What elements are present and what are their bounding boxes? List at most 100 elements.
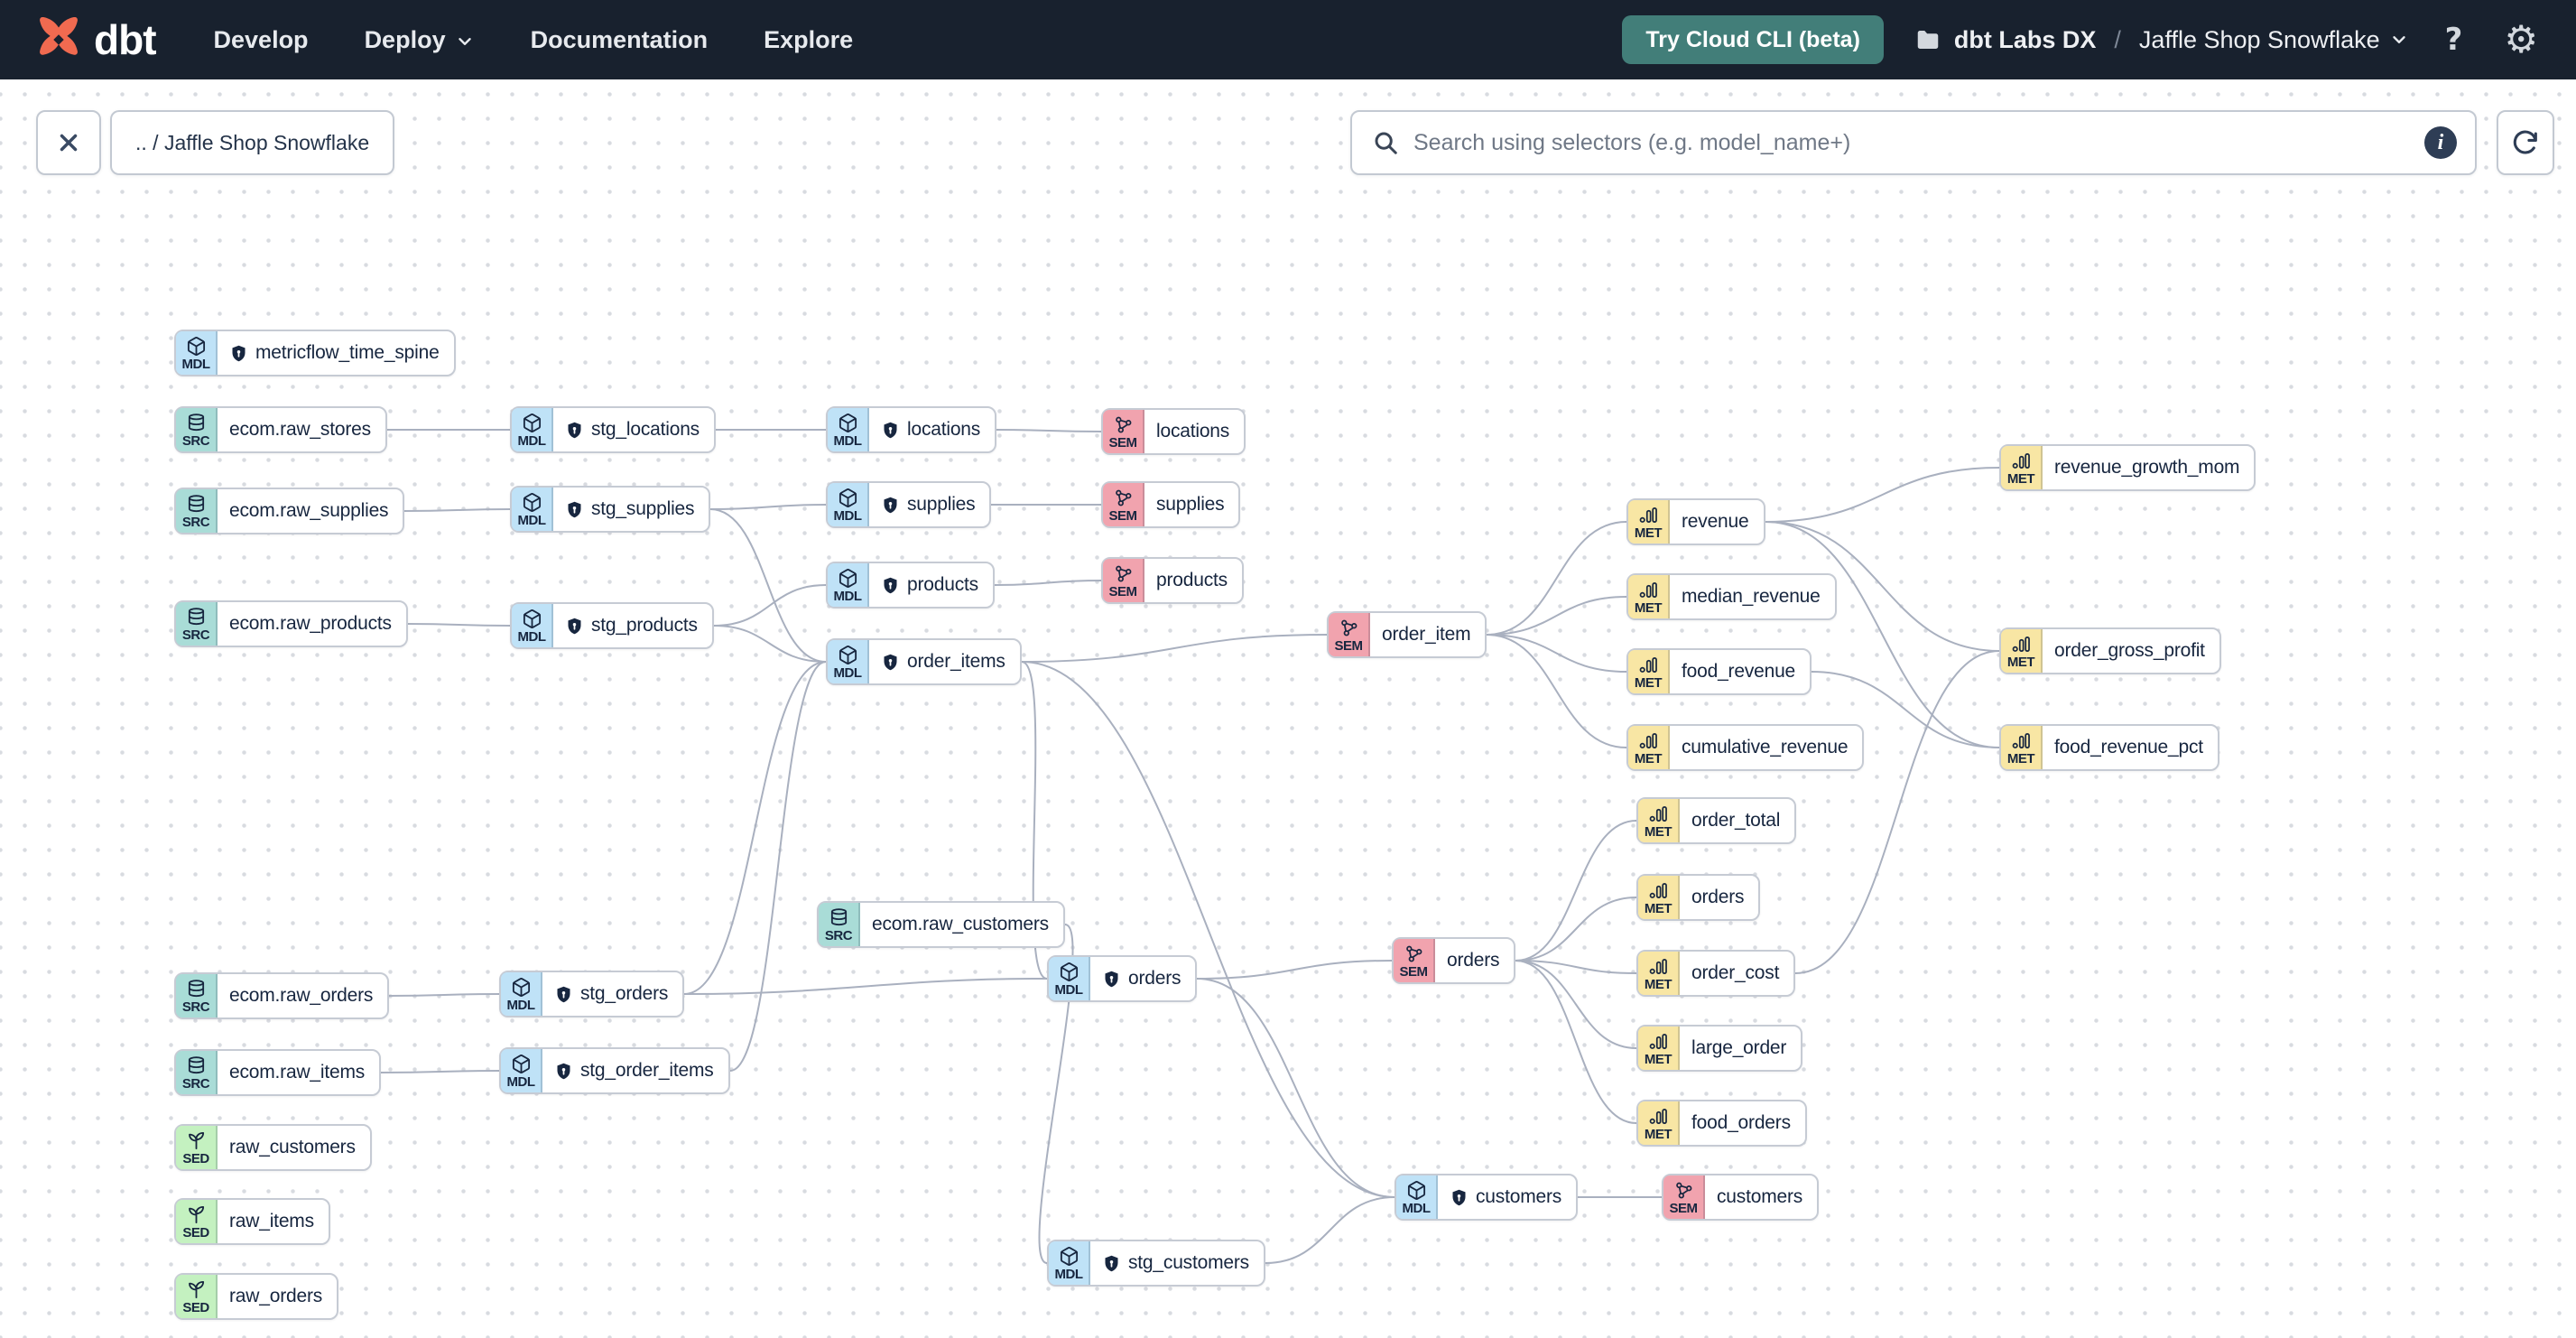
node-label: raw_customers <box>229 1137 356 1157</box>
search-bar: i <box>1350 110 2477 175</box>
node-label: revenue_growth_mom <box>2054 457 2240 478</box>
lineage-canvas[interactable]: MDL metricflow_time_spine SRC ecom.raw_stor… <box>0 0 2576 1338</box>
node-src_stores[interactable]: SRC ecom.raw_stores <box>174 406 387 453</box>
node-mdl_supplies[interactable]: MDL supplies <box>826 481 992 528</box>
node-mdl_products[interactable]: MDL products <box>826 562 995 609</box>
node-sem_locations[interactable]: SEM locations <box>1101 408 1246 455</box>
search-input[interactable] <box>1412 128 2424 157</box>
node-met_revenue_growth_mom[interactable]: MET revenue_growth_mom <box>1999 444 2256 491</box>
semantic-graph-icon: SEM <box>1103 559 1144 602</box>
node-src_items[interactable]: SRC ecom.raw_items <box>174 1049 382 1096</box>
node-met_median_revenue[interactable]: MET median_revenue <box>1626 573 1837 620</box>
metric-chart-icon: MET <box>1638 952 1680 995</box>
node-stg_products[interactable]: MDL stg_products <box>510 602 714 649</box>
node-sem_orders[interactable]: SEM orders <box>1392 937 1516 984</box>
nav-link-documentation[interactable]: Documentation <box>531 26 709 54</box>
close-button[interactable] <box>36 110 101 175</box>
node-label: large_order <box>1691 1037 1787 1058</box>
node-type-label: SEM <box>1108 507 1137 524</box>
node-mdl_order_items[interactable]: MDL order_items <box>826 638 1022 685</box>
nav-link-explore[interactable]: Explore <box>764 26 853 54</box>
edge <box>1515 960 1637 974</box>
shield-icon <box>557 986 570 1002</box>
node-type-label: SEM <box>1108 583 1137 599</box>
node-type-label: MDL <box>517 628 547 645</box>
node-stg_supplies[interactable]: MDL stg_supplies <box>510 486 711 533</box>
project-selector[interactable]: Jaffle Shop Snowflake <box>2139 26 2409 54</box>
node-stg_locations[interactable]: MDL stg_locations <box>510 406 716 453</box>
node-met_orders[interactable]: MET orders <box>1636 874 1761 921</box>
edge <box>1265 1196 1395 1264</box>
node-type-label: MET <box>1644 900 1673 916</box>
node-src_orders[interactable]: SRC ecom.raw_orders <box>174 972 390 1019</box>
node-src_supplies[interactable]: SRC ecom.raw_supplies <box>174 488 405 534</box>
edge <box>709 508 827 663</box>
edge <box>1196 978 1395 1198</box>
dbt-logo[interactable]: dbt <box>36 17 157 62</box>
info-icon[interactable]: i <box>2424 126 2457 159</box>
refresh-button[interactable] <box>2497 110 2554 175</box>
node-met_revenue[interactable]: MET revenue <box>1626 498 1765 545</box>
node-mdl_locations[interactable]: MDL locations <box>826 406 997 453</box>
node-sed_raw_orders[interactable]: SED raw_orders <box>174 1273 339 1320</box>
node-met_order_total[interactable]: MET order_total <box>1636 797 1797 844</box>
node-type-label: SEM <box>1108 434 1137 451</box>
node-src_customers[interactable]: SRC ecom.raw_customers <box>817 901 1065 948</box>
database-icon: SRC <box>176 408 218 451</box>
node-sem_order_item[interactable]: SEM order_item <box>1327 611 1487 658</box>
edge <box>1765 467 2000 523</box>
node-src_products[interactable]: SRC ecom.raw_products <box>174 600 408 647</box>
node-mdl_orders[interactable]: MDL orders <box>1047 955 1198 1002</box>
dbt-logo-icon <box>40 17 78 55</box>
node-label: raw_items <box>229 1211 314 1231</box>
node-label: food_revenue <box>1682 661 1796 682</box>
node-sed_raw_customers[interactable]: SED raw_customers <box>174 1124 372 1171</box>
seed-sprout-icon: SED <box>176 1126 218 1169</box>
node-label: ecom.raw_stores <box>229 419 371 440</box>
node-met_cumulative_revenue[interactable]: MET cumulative_revenue <box>1626 724 1865 771</box>
node-met_food_revenue_pct[interactable]: MET food_revenue_pct <box>1999 724 2219 771</box>
cube-icon: MDL <box>501 1049 542 1092</box>
node-stg_order_items[interactable]: MDL stg_order_items <box>499 1047 730 1094</box>
node-type-label: MET <box>1634 674 1663 691</box>
node-sem_products[interactable]: SEM products <box>1101 557 1244 604</box>
cube-icon: MDL <box>1396 1175 1438 1219</box>
node-met_large_order[interactable]: MET large_order <box>1636 1025 1803 1072</box>
node-type-label: MET <box>2006 654 2035 670</box>
close-icon <box>60 134 78 152</box>
nav-link-develop[interactable]: Develop <box>214 26 309 54</box>
edge <box>1021 661 1395 1198</box>
node-met_order_cost[interactable]: MET order_cost <box>1636 950 1796 997</box>
account-name[interactable]: dbt Labs DX <box>1954 26 2097 54</box>
account-breadcrumb: dbt Labs DX / Jaffle Shop Snowflake <box>1914 26 2409 54</box>
metric-chart-icon: MET <box>1638 1101 1680 1145</box>
node-mdl_metricflow_time_spine[interactable]: MDL metricflow_time_spine <box>174 330 456 376</box>
node-label: locations <box>869 408 995 451</box>
node-met_order_gross_profit[interactable]: MET order_gross_profit <box>1999 627 2221 674</box>
node-mdl_customers[interactable]: MDL customers <box>1395 1174 1579 1221</box>
shield-icon <box>232 345 246 361</box>
try-cloud-cli-button[interactable]: Try Cloud CLI (beta) <box>1622 15 1884 64</box>
node-met_food_orders[interactable]: MET food_orders <box>1636 1100 1807 1147</box>
seed-sprout-icon: SED <box>176 1275 218 1318</box>
node-sem_supplies[interactable]: SEM supplies <box>1101 481 1241 528</box>
edge <box>1486 634 1627 748</box>
node-sed_raw_items[interactable]: SED raw_items <box>174 1198 330 1245</box>
node-stg_orders[interactable]: MDL stg_orders <box>499 971 685 1017</box>
top-nav: dbt Develop Deploy Documentation Explore… <box>0 0 2576 79</box>
node-sem_customers[interactable]: SEM customers <box>1662 1174 1820 1221</box>
node-label: revenue <box>1682 511 1749 532</box>
node-label: orders <box>1447 950 1500 971</box>
edge <box>1515 960 1637 1049</box>
node-stg_customers[interactable]: MDL stg_customers <box>1047 1240 1265 1287</box>
help-icon[interactable]: ? <box>2440 23 2469 56</box>
breadcrumb[interactable]: .. / Jaffle Shop Snowflake <box>110 110 395 175</box>
node-met_food_revenue[interactable]: MET food_revenue <box>1626 648 1812 695</box>
node-label: order_total <box>1691 810 1781 831</box>
node-type-label: MET <box>1634 525 1663 541</box>
node-type-label: MDL <box>517 512 547 528</box>
gear-icon[interactable]: ⚙ <box>2498 20 2544 60</box>
nav-link-deploy[interactable]: Deploy <box>365 26 475 54</box>
node-type-label: MDL <box>506 997 536 1013</box>
edge <box>994 580 1102 586</box>
